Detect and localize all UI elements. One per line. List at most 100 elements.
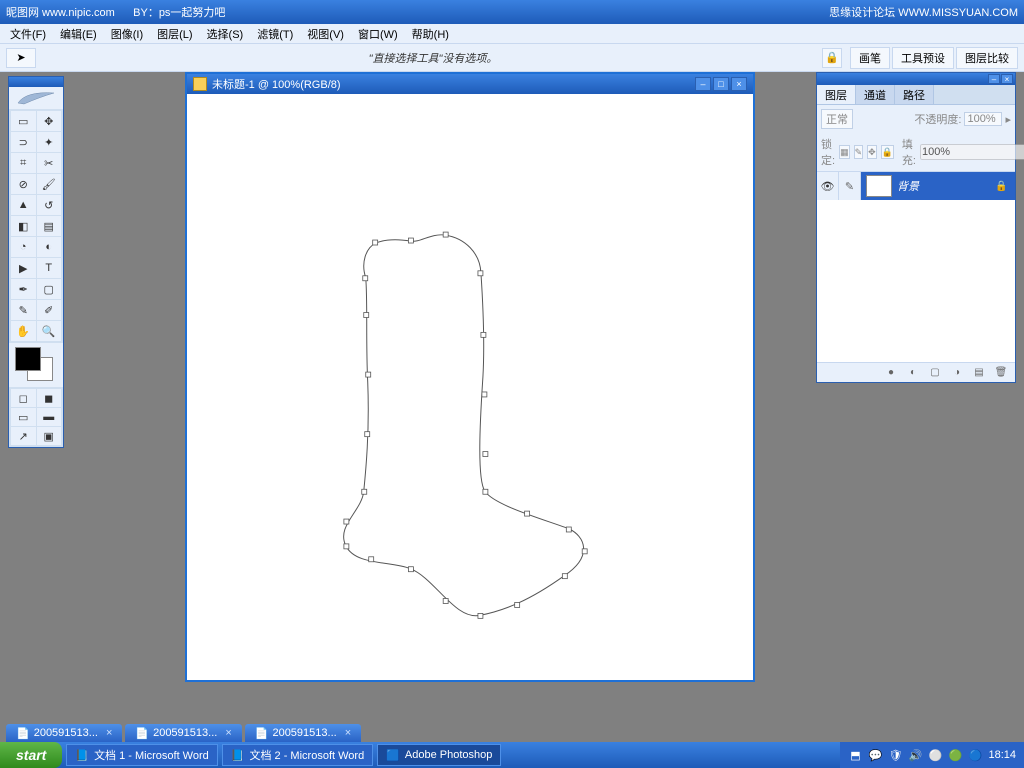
menu-edit[interactable]: 编辑(E): [54, 25, 103, 43]
tray-icon[interactable]: ⚪: [928, 748, 942, 762]
taskbar-item[interactable]: 🟦 Adobe Photoshop: [377, 744, 501, 766]
well-tab-toolpreset[interactable]: 工具预设: [892, 47, 954, 69]
file-tab[interactable]: 📄 200591513...×: [6, 724, 122, 742]
clock[interactable]: 18:14: [988, 749, 1016, 761]
lock-move[interactable]: ✥: [867, 145, 877, 159]
tab-paths[interactable]: 路径: [895, 85, 934, 104]
tool-eyedrop[interactable]: ✐: [37, 300, 62, 320]
document-title: 未标题-1 @ 100%(RGB/8): [212, 76, 341, 92]
taskbar-item[interactable]: 📘 文档 2 - Microsoft Word: [222, 744, 373, 766]
tool-zoom[interactable]: 🔍: [37, 321, 62, 341]
file-tabs-row: 📄 200591513...× 📄 200591513...× 📄 200591…: [0, 724, 1024, 742]
blend-mode-select[interactable]: 正常: [821, 109, 853, 129]
tool-stamp[interactable]: ▲: [11, 195, 36, 215]
doc-maximize[interactable]: □: [713, 77, 729, 91]
tool-type[interactable]: T: [37, 258, 62, 278]
layer-row[interactable]: 👁 ✎ 背景 🔒: [817, 172, 1015, 200]
toolbox-titlebar[interactable]: [9, 77, 63, 87]
lock-all[interactable]: 🔒: [881, 145, 894, 159]
color-swatches[interactable]: [9, 343, 63, 387]
tool-pen[interactable]: ✒: [11, 279, 36, 299]
menu-window[interactable]: 窗口(W): [352, 25, 404, 43]
tool-hand[interactable]: ✋: [11, 321, 36, 341]
layer-name[interactable]: 背景: [897, 178, 995, 194]
quickmask-on[interactable]: ◼: [37, 389, 62, 407]
document-titlebar[interactable]: 未标题-1 @ 100%(RGB/8) – □ ×: [187, 74, 753, 94]
link-toggle[interactable]: ✎: [839, 172, 861, 200]
tray-icon[interactable]: 💬: [868, 748, 882, 762]
tab-channels[interactable]: 通道: [856, 85, 895, 104]
watermark-left: 昵图网 www.nipic.com: [6, 7, 115, 19]
tool-history[interactable]: ↺: [37, 195, 62, 215]
layer-list[interactable]: 👁 ✎ 背景 🔒: [817, 172, 1015, 362]
panel-close[interactable]: ×: [1001, 74, 1013, 84]
tool-move[interactable]: ✥: [37, 111, 62, 131]
new-layer-icon[interactable]: ▤: [971, 366, 987, 380]
opacity-flyout-icon[interactable]: ▸: [1005, 113, 1011, 126]
tray-icon[interactable]: 🔊: [908, 748, 922, 762]
tray-icon[interactable]: 🟢: [948, 748, 962, 762]
tray-icon[interactable]: 🔵: [968, 748, 982, 762]
tool-marquee[interactable]: ▭: [11, 111, 36, 131]
canvas[interactable]: [187, 94, 753, 680]
tool-dodge[interactable]: ◐: [37, 237, 62, 257]
tool-slice[interactable]: ✂: [37, 153, 62, 173]
well-tab-brush[interactable]: 画笔: [850, 47, 890, 69]
well-tab-layercomp[interactable]: 图层比较: [956, 47, 1018, 69]
tool-notes[interactable]: ✎: [11, 300, 36, 320]
menu-file[interactable]: 文件(F): [4, 25, 52, 43]
screenmode-max[interactable]: ▣: [37, 427, 62, 445]
doc-close[interactable]: ×: [731, 77, 747, 91]
file-tab[interactable]: 📄 200591513...×: [125, 724, 241, 742]
adjustment-layer-icon[interactable]: ◑: [949, 366, 965, 380]
tab-layers[interactable]: 图层: [817, 85, 856, 104]
jump-to[interactable]: ↗: [11, 427, 36, 445]
menu-view[interactable]: 视图(V): [301, 25, 350, 43]
visibility-toggle[interactable]: 👁: [817, 172, 839, 200]
tray-icon[interactable]: 🛡: [888, 748, 902, 762]
close-icon[interactable]: ×: [106, 727, 112, 739]
palette-well-icon[interactable]: 🔒: [822, 48, 842, 68]
tool-crop[interactable]: ⌗: [11, 153, 36, 173]
taskbar-item[interactable]: 📘 文档 1 - Microsoft Word: [66, 744, 217, 766]
system-tray[interactable]: ⬒ 💬 🛡 🔊 ⚪ 🟢 🔵 18:14: [840, 742, 1024, 768]
tool-path-select[interactable]: ▶: [11, 258, 36, 278]
layer-thumbnail[interactable]: [866, 175, 892, 197]
options-bar: ➤ "直接选择工具"没有选项。 🔒 画笔 工具预设 图层比较: [0, 44, 1024, 72]
lock-paint[interactable]: ✎: [854, 145, 864, 159]
menu-layer[interactable]: 图层(L): [151, 25, 198, 43]
delete-layer-icon[interactable]: 🗑: [993, 366, 1009, 380]
start-button[interactable]: start: [0, 742, 62, 768]
menu-help[interactable]: 帮助(H): [406, 25, 455, 43]
layer-set-icon[interactable]: ▢: [927, 366, 943, 380]
opacity-input[interactable]: [964, 112, 1002, 126]
tool-shape[interactable]: ▢: [37, 279, 62, 299]
panel-minimize[interactable]: –: [988, 74, 1000, 84]
doc-minimize[interactable]: –: [695, 77, 711, 91]
menu-filter[interactable]: 滤镜(T): [251, 25, 299, 43]
layer-style-icon[interactable]: ●: [883, 366, 899, 380]
tool-brush[interactable]: 🖌: [37, 174, 62, 194]
lock-transparent[interactable]: ▦: [839, 145, 850, 159]
tray-icon[interactable]: ⬒: [848, 748, 862, 762]
screenmode-std[interactable]: ▭: [11, 408, 36, 426]
close-icon[interactable]: ×: [345, 727, 351, 739]
menu-select[interactable]: 选择(S): [201, 25, 250, 43]
tool-blur[interactable]: ◔: [11, 237, 36, 257]
tool-eraser[interactable]: ◧: [11, 216, 36, 236]
tool-preset-picker[interactable]: ➤: [6, 48, 36, 68]
menu-image[interactable]: 图像(I): [105, 25, 149, 43]
foreground-color[interactable]: [15, 347, 41, 371]
app-titlebar: 昵图网 www.nipic.com BY：ps一起努力吧 思缘设计论坛 WWW.…: [0, 0, 1024, 24]
screenmode-full[interactable]: ▬: [37, 408, 62, 426]
file-tab[interactable]: 📄 200591513...×: [245, 724, 361, 742]
fill-input[interactable]: [920, 144, 1024, 160]
layer-mask-icon[interactable]: ◐: [905, 366, 921, 380]
layers-panel: – × 图层 通道 路径 正常 不透明度: ▸ 锁定: ▦ ✎ ✥ 🔒: [816, 72, 1016, 383]
close-icon[interactable]: ×: [225, 727, 231, 739]
tool-lasso[interactable]: ⊃: [11, 132, 36, 152]
tool-heal[interactable]: ⊘: [11, 174, 36, 194]
tool-gradient[interactable]: ▤: [37, 216, 62, 236]
quickmask-off[interactable]: ◻: [11, 389, 36, 407]
tool-wand[interactable]: ✦: [37, 132, 62, 152]
